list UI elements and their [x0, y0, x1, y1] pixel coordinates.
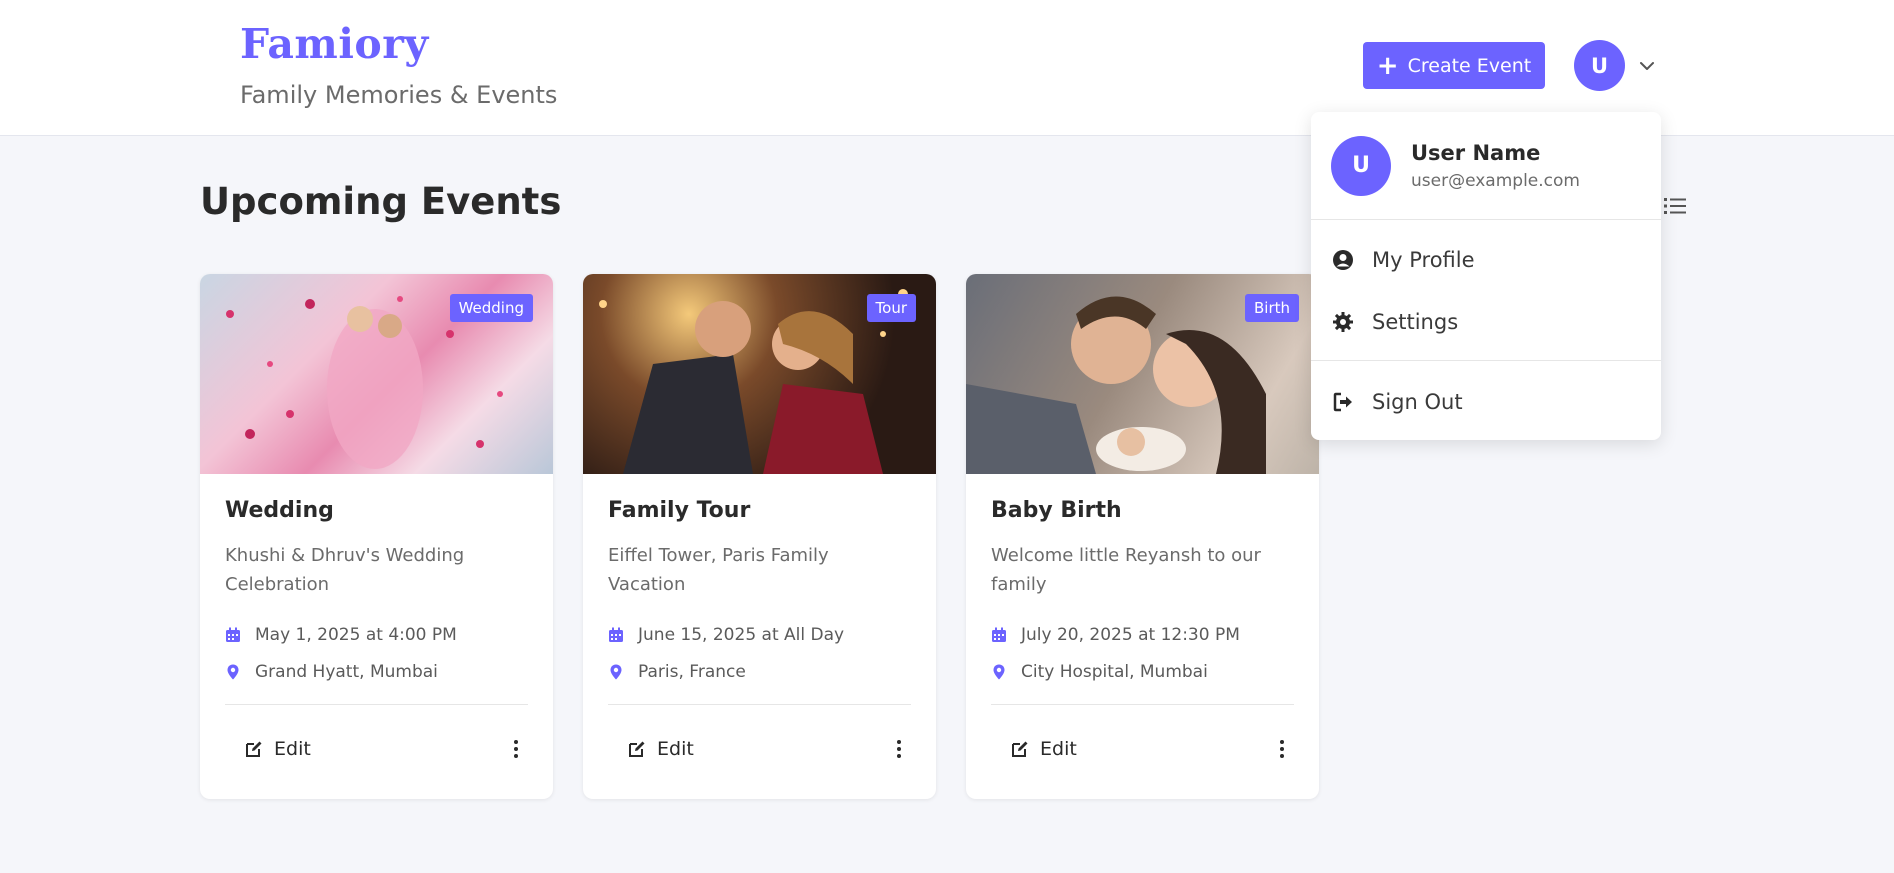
- plus-icon: +: [1376, 50, 1399, 81]
- event-image: Tour: [583, 274, 936, 474]
- category-badge: Birth: [1244, 294, 1299, 322]
- category-badge: Wedding: [449, 294, 533, 322]
- edit-button[interactable]: Edit: [244, 738, 311, 760]
- list-view-icon[interactable]: [1664, 196, 1686, 216]
- menu-item-settings[interactable]: Settings: [1311, 291, 1661, 353]
- edit-icon: [1012, 741, 1028, 757]
- create-event-label: Create Event: [1407, 54, 1532, 77]
- event-description: Welcome little Reyansh to our family: [991, 545, 1261, 595]
- menu-item-sign-out[interactable]: Sign Out: [1311, 371, 1661, 433]
- event-card[interactable]: Wedding Wedding Khushi & Dhruv's Wedding…: [200, 274, 553, 799]
- event-card[interactable]: Tour Family Tour Eiffel Tower, Paris Fam…: [583, 274, 936, 799]
- edit-label: Edit: [657, 737, 694, 760]
- location-pin-icon: [610, 664, 622, 679]
- brand-logo[interactable]: Famiory: [240, 20, 429, 68]
- user-info: U User Name user@example.com: [1311, 112, 1661, 220]
- event-description: Eiffel Tower, Paris Family Vacation: [608, 545, 829, 595]
- more-options-icon[interactable]: [887, 737, 911, 761]
- edit-icon: [629, 741, 645, 757]
- user-name: User Name: [1411, 140, 1541, 165]
- chevron-down-icon: [1640, 61, 1654, 70]
- event-location-text: City Hospital, Mumbai: [1021, 661, 1208, 682]
- event-title: Family Tour: [608, 498, 751, 523]
- location-pin-icon: [227, 664, 239, 679]
- edit-label: Edit: [1040, 737, 1077, 760]
- edit-label: Edit: [274, 737, 311, 760]
- edit-button[interactable]: Edit: [627, 738, 694, 760]
- calendar-icon: [226, 627, 240, 642]
- more-options-icon[interactable]: [504, 737, 528, 761]
- event-image: Birth: [966, 274, 1319, 474]
- edit-button[interactable]: Edit: [1010, 738, 1077, 760]
- menu-item-my-profile[interactable]: My Profile: [1311, 229, 1661, 291]
- event-title: Wedding: [225, 498, 334, 523]
- more-options-icon[interactable]: [1270, 737, 1294, 761]
- event-location: City Hospital, Mumbai: [991, 653, 1294, 690]
- page-title: Upcoming Events: [200, 180, 562, 223]
- calendar-icon: [992, 627, 1006, 642]
- event-location: Grand Hyatt, Mumbai: [225, 653, 528, 690]
- calendar-icon: [609, 627, 623, 642]
- event-date-text: May 1, 2025 at 4:00 PM: [255, 624, 457, 645]
- category-badge: Tour: [866, 294, 916, 322]
- event-description: Khushi & Dhruv's Wedding Celebration: [225, 545, 465, 595]
- event-date: July 20, 2025 at 12:30 PM: [991, 616, 1294, 653]
- edit-icon: [246, 741, 262, 757]
- event-location-text: Grand Hyatt, Mumbai: [255, 661, 438, 682]
- location-pin-icon: [993, 664, 1005, 679]
- menu-item-label: Sign Out: [1372, 390, 1463, 414]
- event-date-text: July 20, 2025 at 12:30 PM: [1021, 624, 1240, 645]
- event-date-text: June 15, 2025 at All Day: [638, 624, 845, 645]
- menu-item-label: My Profile: [1372, 248, 1475, 272]
- menu-item-label: Settings: [1372, 310, 1459, 334]
- user-dropdown-menu: U User Name user@example.com My Profile …: [1311, 112, 1661, 440]
- create-event-button[interactable]: + Create Event: [1363, 42, 1545, 89]
- event-image: Wedding: [200, 274, 553, 474]
- user-menu-toggle[interactable]: U: [1574, 40, 1657, 91]
- event-location: Paris, France: [608, 653, 911, 690]
- event-location-text: Paris, France: [638, 661, 746, 682]
- sign-out-icon: [1333, 392, 1352, 412]
- avatar: U: [1574, 40, 1625, 91]
- event-date: June 15, 2025 at All Day: [608, 616, 911, 653]
- user-email: user@example.com: [1411, 170, 1580, 191]
- event-card[interactable]: Birth Baby Birth Welcome little Reyansh …: [966, 274, 1319, 799]
- avatar: U: [1331, 135, 1391, 196]
- event-title: Baby Birth: [991, 498, 1122, 523]
- brand-tagline: Family Memories & Events: [240, 81, 558, 109]
- user-circle-icon: [1333, 250, 1353, 270]
- event-date: May 1, 2025 at 4:00 PM: [225, 616, 528, 653]
- gear-icon: [1333, 312, 1353, 332]
